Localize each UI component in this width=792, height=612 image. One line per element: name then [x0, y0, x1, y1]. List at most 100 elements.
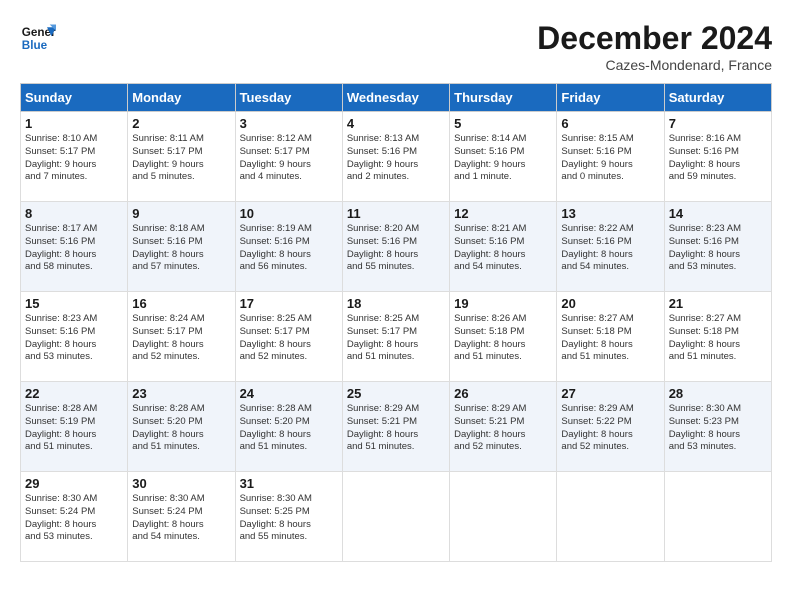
calendar-cell — [664, 472, 771, 562]
calendar-cell: 31Sunrise: 8:30 AM Sunset: 5:25 PM Dayli… — [235, 472, 342, 562]
calendar-cell: 9Sunrise: 8:18 AM Sunset: 5:16 PM Daylig… — [128, 202, 235, 292]
calendar-cell: 17 Sunrise: 8:25 AM Sunset: 5:17 PM Dayli… — [235, 292, 342, 382]
calendar-cell: 5 Sunrise: 8:14 AM Sunset: 5:16 PM Daylig… — [450, 112, 557, 202]
day-content: Sunrise: 8:27 AM Sunset: 5:18 PM Dayligh… — [561, 313, 659, 364]
day-content: Sunrise: 8:12 AM Sunset: 5:17 PM Dayligh… — [240, 133, 338, 184]
day-content: Sunrise: 8:17 AM Sunset: 5:16 PM Dayligh… — [25, 223, 123, 274]
day-number: 25 — [347, 386, 445, 401]
location: Cazes-Mondenard, France — [537, 57, 772, 73]
day-number: 3 — [240, 116, 338, 131]
calendar-cell: 26 Sunrise: 8:29 AM Sunset: 5:21 PM Dayli… — [450, 382, 557, 472]
day-content: Sunrise: 8:19 AM Sunset: 5:16 PM Dayligh… — [240, 223, 338, 274]
header-day-friday: Friday — [557, 84, 664, 112]
week-row-1: 1Sunrise: 8:10 AM Sunset: 5:17 PM Daylig… — [21, 112, 772, 202]
day-number: 4 — [347, 116, 445, 131]
day-content: Sunrise: 8:29 AM Sunset: 5:21 PM Dayligh… — [347, 403, 445, 454]
calendar-cell: 30 Sunrise: 8:30 AM Sunset: 5:24 PM Dayli… — [128, 472, 235, 562]
day-number: 5 — [454, 116, 552, 131]
header-day-monday: Monday — [128, 84, 235, 112]
day-number: 10 — [240, 206, 338, 221]
logo: General Blue — [20, 20, 56, 56]
day-content: Sunrise: 8:25 AM Sunset: 5:17 PM Dayligh… — [347, 313, 445, 364]
calendar-cell: 3 Sunrise: 8:12 AM Sunset: 5:17 PM Daylig… — [235, 112, 342, 202]
day-number: 8 — [25, 206, 123, 221]
svg-text:Blue: Blue — [22, 39, 48, 52]
day-content: Sunrise: 8:25 AM Sunset: 5:17 PM Dayligh… — [240, 313, 338, 364]
calendar-cell: 12 Sunrise: 8:21 AM Sunset: 5:16 PM Dayli… — [450, 202, 557, 292]
day-content: Sunrise: 8:16 AM Sunset: 5:16 PM Dayligh… — [669, 133, 767, 184]
calendar-cell: 7 Sunrise: 8:16 AM Sunset: 5:16 PM Daylig… — [664, 112, 771, 202]
day-number: 28 — [669, 386, 767, 401]
day-number: 17 — [240, 296, 338, 311]
day-number: 27 — [561, 386, 659, 401]
day-number: 30 — [132, 476, 230, 491]
day-number: 11 — [347, 206, 445, 221]
day-content: Sunrise: 8:21 AM Sunset: 5:16 PM Dayligh… — [454, 223, 552, 274]
calendar-cell: 13 Sunrise: 8:22 AM Sunset: 5:16 PM Dayli… — [557, 202, 664, 292]
calendar-cell: 15Sunrise: 8:23 AM Sunset: 5:16 PM Dayli… — [21, 292, 128, 382]
day-number: 1 — [25, 116, 123, 131]
day-number: 16 — [132, 296, 230, 311]
calendar-cell: 28 Sunrise: 8:30 AM Sunset: 5:23 PM Dayli… — [664, 382, 771, 472]
calendar-cell: 6 Sunrise: 8:15 AM Sunset: 5:16 PM Daylig… — [557, 112, 664, 202]
day-content: Sunrise: 8:24 AM Sunset: 5:17 PM Dayligh… — [132, 313, 230, 364]
day-number: 7 — [669, 116, 767, 131]
calendar-cell: 27 Sunrise: 8:29 AM Sunset: 5:22 PM Dayli… — [557, 382, 664, 472]
day-content: Sunrise: 8:30 AM Sunset: 5:25 PM Dayligh… — [240, 493, 338, 544]
calendar-cell: 11 Sunrise: 8:20 AM Sunset: 5:16 PM Dayli… — [342, 202, 449, 292]
calendar-cell: 1Sunrise: 8:10 AM Sunset: 5:17 PM Daylig… — [21, 112, 128, 202]
month-title: December 2024 — [537, 20, 772, 57]
calendar-cell: 25 Sunrise: 8:29 AM Sunset: 5:21 PM Dayli… — [342, 382, 449, 472]
day-number: 20 — [561, 296, 659, 311]
calendar-cell: 2 Sunrise: 8:11 AM Sunset: 5:17 PM Daylig… — [128, 112, 235, 202]
calendar-cell: 21 Sunrise: 8:27 AM Sunset: 5:18 PM Dayli… — [664, 292, 771, 382]
day-number: 14 — [669, 206, 767, 221]
day-number: 22 — [25, 386, 123, 401]
day-number: 19 — [454, 296, 552, 311]
day-content: Sunrise: 8:30 AM Sunset: 5:23 PM Dayligh… — [669, 403, 767, 454]
day-content: Sunrise: 8:23 AM Sunset: 5:16 PM Dayligh… — [669, 223, 767, 274]
day-number: 26 — [454, 386, 552, 401]
day-content: Sunrise: 8:13 AM Sunset: 5:16 PM Dayligh… — [347, 133, 445, 184]
calendar-cell: 22 Sunrise: 8:28 AM Sunset: 5:19 PM Dayli… — [21, 382, 128, 472]
title-block: December 2024 Cazes-Mondenard, France — [537, 20, 772, 73]
day-number: 23 — [132, 386, 230, 401]
calendar-cell: 29 Sunrise: 8:30 AM Sunset: 5:24 PM Dayli… — [21, 472, 128, 562]
day-content: Sunrise: 8:18 AM Sunset: 5:16 PM Dayligh… — [132, 223, 230, 274]
header-day-saturday: Saturday — [664, 84, 771, 112]
general-blue-logo-icon: General Blue — [20, 20, 56, 56]
day-content: Sunrise: 8:11 AM Sunset: 5:17 PM Dayligh… — [132, 133, 230, 184]
calendar-cell: 24 Sunrise: 8:28 AM Sunset: 5:20 PM Dayli… — [235, 382, 342, 472]
day-content: Sunrise: 8:28 AM Sunset: 5:19 PM Dayligh… — [25, 403, 123, 454]
calendar-cell: 10 Sunrise: 8:19 AM Sunset: 5:16 PM Dayli… — [235, 202, 342, 292]
day-content: Sunrise: 8:29 AM Sunset: 5:22 PM Dayligh… — [561, 403, 659, 454]
header-day-tuesday: Tuesday — [235, 84, 342, 112]
week-row-5: 29 Sunrise: 8:30 AM Sunset: 5:24 PM Dayli… — [21, 472, 772, 562]
day-content: Sunrise: 8:27 AM Sunset: 5:18 PM Dayligh… — [669, 313, 767, 364]
calendar-cell: 18Sunrise: 8:25 AM Sunset: 5:17 PM Dayli… — [342, 292, 449, 382]
day-content: Sunrise: 8:28 AM Sunset: 5:20 PM Dayligh… — [240, 403, 338, 454]
header-day-sunday: Sunday — [21, 84, 128, 112]
day-number: 6 — [561, 116, 659, 131]
day-content: Sunrise: 8:29 AM Sunset: 5:21 PM Dayligh… — [454, 403, 552, 454]
calendar-cell: 8 Sunrise: 8:17 AM Sunset: 5:16 PM Daylig… — [21, 202, 128, 292]
page-header: General Blue December 2024 Cazes-Mondena… — [20, 20, 772, 73]
day-number: 21 — [669, 296, 767, 311]
day-content: Sunrise: 8:22 AM Sunset: 5:16 PM Dayligh… — [561, 223, 659, 274]
calendar-cell: 23Sunrise: 8:28 AM Sunset: 5:20 PM Dayli… — [128, 382, 235, 472]
day-content: Sunrise: 8:20 AM Sunset: 5:16 PM Dayligh… — [347, 223, 445, 274]
day-content: Sunrise: 8:30 AM Sunset: 5:24 PM Dayligh… — [25, 493, 123, 544]
day-content: Sunrise: 8:15 AM Sunset: 5:16 PM Dayligh… — [561, 133, 659, 184]
day-content: Sunrise: 8:14 AM Sunset: 5:16 PM Dayligh… — [454, 133, 552, 184]
calendar-cell: 19 Sunrise: 8:26 AM Sunset: 5:18 PM Dayli… — [450, 292, 557, 382]
day-number: 13 — [561, 206, 659, 221]
day-content: Sunrise: 8:30 AM Sunset: 5:24 PM Dayligh… — [132, 493, 230, 544]
header-day-wednesday: Wednesday — [342, 84, 449, 112]
day-number: 2 — [132, 116, 230, 131]
day-number: 15 — [25, 296, 123, 311]
day-number: 29 — [25, 476, 123, 491]
week-row-3: 15Sunrise: 8:23 AM Sunset: 5:16 PM Dayli… — [21, 292, 772, 382]
day-content: Sunrise: 8:26 AM Sunset: 5:18 PM Dayligh… — [454, 313, 552, 364]
day-number: 12 — [454, 206, 552, 221]
day-number: 24 — [240, 386, 338, 401]
